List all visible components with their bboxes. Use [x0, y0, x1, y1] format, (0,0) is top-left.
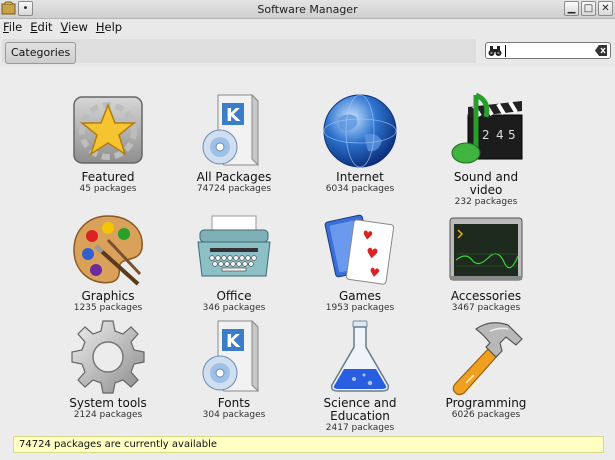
- clear-search-icon[interactable]: [595, 45, 607, 56]
- flask-icon: [330, 320, 390, 392]
- category-count: 3467 packages: [451, 303, 521, 313]
- typewriter-icon: [197, 215, 271, 277]
- binoculars-icon: [488, 46, 502, 56]
- maximize-button[interactable]: □: [581, 1, 596, 16]
- category-count: 304 packages: [202, 410, 266, 420]
- music-clapper-icon: 2 4 5: [451, 92, 523, 164]
- menu-edit[interactable]: Edit: [26, 19, 56, 37]
- package-box-icon: K: [202, 93, 259, 167]
- category-office[interactable]: Office 346 packages: [172, 210, 296, 314]
- category-count: 6034 packages: [325, 184, 395, 194]
- category-count: 74724 packages: [196, 184, 272, 194]
- category-count: 2124 packages: [73, 410, 143, 420]
- menu-file-rest: ile: [8, 20, 23, 34]
- terminal-icon: [449, 217, 523, 281]
- category-label: Featured: [81, 170, 135, 184]
- breadcrumb: Categories: [2, 39, 476, 64]
- category-system-tools[interactable]: System tools 2124 packages: [46, 317, 170, 421]
- gear-icon: [71, 320, 145, 394]
- category-label: All Packages: [196, 170, 272, 184]
- search-input[interactable]: [506, 44, 594, 57]
- category-sound-and-video[interactable]: 2 4 5 Sound and video 232 packages: [424, 91, 548, 208]
- category-count: 1235 packages: [73, 303, 143, 313]
- menu-edit-rest: dit: [37, 20, 53, 34]
- menu-file[interactable]: File: [0, 19, 26, 37]
- menu-view[interactable]: View: [57, 19, 92, 37]
- svg-text:2: 2: [482, 128, 490, 142]
- playing-cards-icon: ♥ ♥ ♥: [324, 214, 395, 285]
- category-label: Programming: [445, 396, 527, 410]
- category-accessories[interactable]: Accessories 3467 packages: [424, 210, 548, 314]
- star-icon: [73, 96, 143, 164]
- category-label: System tools: [69, 396, 147, 410]
- minimize-button[interactable]: ▁: [564, 1, 579, 16]
- title-bar: • Software Manager ▁ □ ✕: [0, 0, 615, 19]
- menu-help-mnemonic: H: [95, 20, 105, 34]
- menu-bar: File Edit View Help: [0, 19, 615, 37]
- category-label: Office: [216, 289, 252, 303]
- svg-text:4: 4: [496, 128, 504, 142]
- category-count: 232 packages: [454, 197, 518, 207]
- svg-text:♥: ♥: [365, 246, 380, 264]
- category-internet[interactable]: Internet 6034 packages: [298, 91, 422, 195]
- category-label: Science and Education: [323, 396, 397, 423]
- category-count: 1953 packages: [325, 303, 395, 313]
- category-count: 45 packages: [79, 184, 137, 194]
- search-field[interactable]: [485, 42, 611, 59]
- category-programming[interactable]: Programming 6026 packages: [424, 317, 548, 421]
- category-label: Accessories: [450, 289, 522, 303]
- package-box-icon: K: [202, 319, 259, 393]
- menu-help-rest: elp: [104, 20, 123, 34]
- svg-text:5: 5: [508, 128, 516, 142]
- svg-text:K: K: [226, 331, 241, 352]
- category-label: Fonts: [217, 396, 251, 410]
- globe-icon: [323, 94, 397, 168]
- category-label: Graphics: [81, 289, 135, 303]
- status-bar: 74724 packages are currently available: [13, 436, 604, 453]
- category-games[interactable]: ♥ ♥ ♥ Games 1953 packages: [298, 210, 422, 314]
- category-label: Internet: [336, 170, 384, 184]
- categories-button[interactable]: Categories: [5, 42, 77, 64]
- category-featured[interactable]: Featured 45 packages: [46, 91, 170, 195]
- category-count: 2417 packages: [325, 423, 395, 433]
- category-all-packages[interactable]: K All Packages 74724 packages: [172, 91, 296, 195]
- close-button[interactable]: ✕: [598, 1, 613, 16]
- window-title: Software Manager: [257, 3, 358, 16]
- svg-text:♥: ♥: [368, 265, 381, 280]
- hammer-icon: [452, 322, 523, 396]
- category-fonts[interactable]: K Fonts 304 packages: [172, 317, 296, 421]
- menu-view-rest: iew: [68, 20, 88, 34]
- palette-icon: [73, 215, 143, 286]
- svg-text:♥: ♥: [361, 228, 374, 243]
- category-label: Sound and video: [453, 170, 519, 197]
- category-graphics[interactable]: Graphics 1235 packages: [46, 210, 170, 314]
- category-count: 6026 packages: [451, 410, 521, 420]
- menu-edit-mnemonic: E: [30, 20, 38, 34]
- category-science-and-education[interactable]: Science and Education 2417 packages: [298, 317, 422, 434]
- category-grid: Featured 45 packages K All Packages 7472…: [0, 67, 615, 460]
- category-count: 346 packages: [202, 303, 266, 313]
- category-label: Games: [339, 289, 381, 303]
- menu-help[interactable]: Help: [92, 19, 126, 37]
- svg-text:K: K: [226, 105, 241, 126]
